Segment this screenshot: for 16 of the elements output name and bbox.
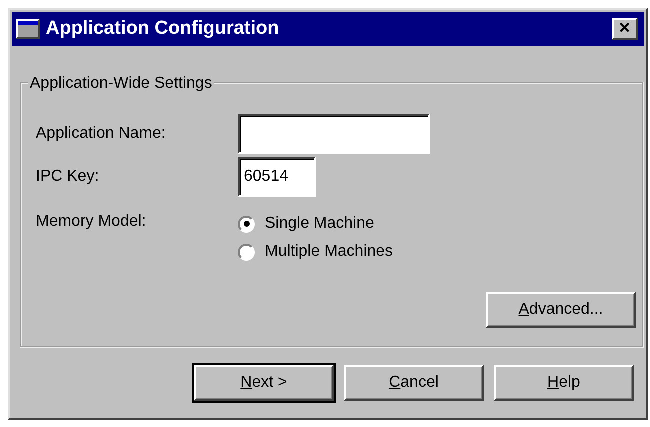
field-label: IPC Key:	[36, 166, 100, 186]
radio-label: Single Machine	[265, 214, 374, 234]
close-button[interactable]: ✕	[612, 18, 638, 40]
window-title: Application Configuration	[46, 16, 280, 41]
dialog-button[interactable]: Cancel	[344, 365, 484, 401]
window-icon	[16, 19, 40, 39]
radio-button[interactable]	[238, 216, 255, 232]
radio-label: Multiple Machines	[265, 242, 394, 262]
radio-button[interactable]	[238, 244, 255, 260]
advanced-button[interactable]: Advanced...	[486, 292, 636, 328]
text-field[interactable]: 60514	[238, 156, 316, 196]
dialog-button[interactable]: Help	[494, 365, 634, 401]
field-label: Application Name:	[36, 124, 167, 144]
text-field[interactable]	[238, 114, 430, 154]
field-label: Memory Model:	[36, 212, 148, 232]
dialog-button[interactable]: Next >	[194, 365, 334, 401]
